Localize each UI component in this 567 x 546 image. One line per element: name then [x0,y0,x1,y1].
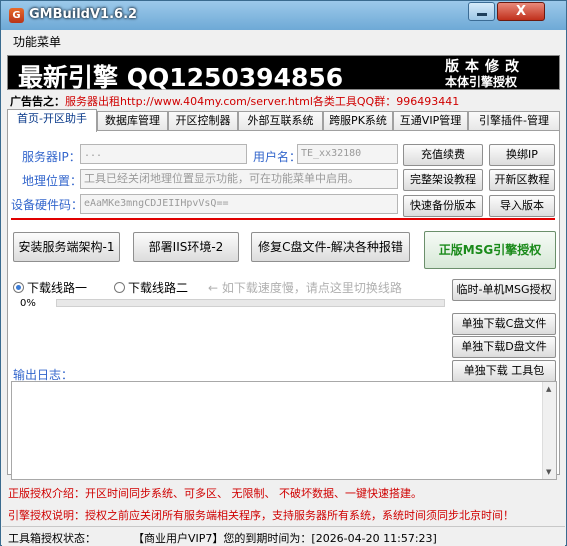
msg-engine-auth-button[interactable]: 正版MSG引擎授权 [424,231,556,269]
minimize-button[interactable] [468,2,495,21]
ad-line: 广告告之：服务器出租http://www.404my.com/server.ht… [10,93,459,109]
scroll-up-icon[interactable]: ▲ [546,385,551,393]
switch-line-hint: ← 如下载速度慢，请点这里切换线路 [208,281,402,295]
recharge-button[interactable]: 充值续费 [403,144,483,166]
title-bar[interactable]: G GMBuildV1.6.2 X [1,1,566,30]
ad-text[interactable]: 服务器出租http://www.404my.com/server.html各类工… [65,95,459,108]
status-auth-label: 工具箱授权状态： [8,532,96,545]
install-server-button[interactable]: 安装服务端架构-1 [13,232,120,262]
download-line-2-radio[interactable]: 下载线路二 [114,279,188,296]
status-expiry: 【商业用户VIP7】您的到期时间为：[2026-04-20 11:57:23] [133,532,437,545]
engine-note: 引擎授权说明：授权之前应关闭所有服务端相关程序，支持服务器所有系统，系统时间须同… [8,509,514,522]
progress-percent: 0% [20,298,36,309]
download-d-drive-button[interactable]: 单独下载D盘文件 [452,336,556,358]
promo-banner: 最新引擎 QQ1250394856 版本修改 本体引擎授权 [7,55,560,92]
full-tutorial-button[interactable]: 完整架设教程 [403,169,483,191]
window-title: GMBuildV1.6.2 [29,7,138,22]
download-tools-button[interactable]: 单独下载 工具包 [452,360,556,382]
repair-c-drive-button[interactable]: 修复C盘文件-解决各种报错 [251,232,410,262]
menu-function[interactable]: 功能菜单 [13,33,61,50]
scroll-down-icon[interactable]: ▼ [546,468,551,476]
radio-selected-icon [13,282,24,293]
menu-bar: 功能菜单 [2,30,565,52]
tab-plugins[interactable]: 引擎插件-管理 [468,111,560,131]
username-field[interactable]: TE_xx32180 [297,144,398,164]
server-ip-label: 服务器IP： [22,150,81,164]
hwid-label: 设备硬件码： [11,198,84,212]
output-log-area[interactable]: ▲ ▼ [11,381,557,480]
log-scrollbar[interactable]: ▲ ▼ [542,382,556,479]
quick-backup-button[interactable]: 快速备份版本 [403,195,483,217]
banner-main-text: 最新引擎 QQ1250394856 [18,63,344,92]
app-window: G GMBuildV1.6.2 X 功能菜单 最新引擎 QQ1250394856… [0,0,567,546]
deploy-iis-button[interactable]: 部署IIS环境-2 [133,232,239,262]
close-icon: X [515,4,527,19]
download-line-2-label: 下载线路二 [128,281,189,295]
rebind-ip-button[interactable]: 换绑IP [489,144,555,166]
app-icon: G [9,8,24,23]
server-ip-field[interactable]: ... [80,144,247,164]
radio-unselected-icon [114,282,125,293]
import-version-button[interactable]: 导入版本 [489,195,555,217]
tab-interconnect[interactable]: 外部互联系统 [238,111,323,131]
download-line-1-label: 下载线路一 [27,281,88,295]
status-bar: 工具箱授权状态： 【商业用户VIP7】您的到期时间为：[2026-04-20 1… [2,526,565,546]
minimize-icon [477,13,487,16]
divider-line [11,218,555,220]
geo-field[interactable]: 工具已经关闭地理位置显示功能，可在功能菜单中启用。 [80,169,398,189]
tab-database[interactable]: 数据库管理 [97,111,168,131]
geo-label: 地理位置： [22,174,83,188]
download-line-1-radio[interactable]: 下载线路一 [13,279,87,296]
tab-vip[interactable]: 互通VIP管理 [393,111,468,131]
username-label: 用户名： [253,150,302,164]
download-progress-bar [56,299,445,307]
tab-server-controller[interactable]: 开区控制器 [168,111,238,131]
tab-home[interactable]: 首页-开区助手 [7,109,97,132]
download-c-drive-button[interactable]: 单独下载C盘文件 [452,313,556,335]
temp-msg-auth-button[interactable]: 临时-单机MSG授权 [452,279,556,301]
hwid-field[interactable]: eAaMKe3mngCDJEIIHpvVsQ== [80,194,398,214]
close-button[interactable]: X [497,2,545,21]
banner-auth-text: 本体引擎授权 [445,75,518,89]
new-server-tutorial-button[interactable]: 开新区教程 [489,169,555,191]
license-note: 正版授权介绍：开区时间同步系统、可多区、 无限制、 不破坏数据、一键快速搭建。 [8,487,422,500]
ad-label: 广告告之： [10,95,65,108]
tab-cross-pk[interactable]: 跨服PK系统 [323,111,393,131]
